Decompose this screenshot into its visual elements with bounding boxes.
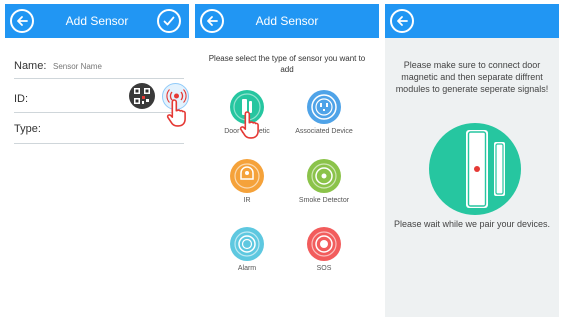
hand-cursor-icon <box>239 111 259 139</box>
instruction-text: Please select the type of sensor you wan… <box>208 54 366 74</box>
sensor-label: IR <box>243 197 251 204</box>
check-icon <box>163 16 175 26</box>
type-label: Type: <box>14 123 41 135</box>
header-bar <box>385 4 559 38</box>
sensor-label: SOS <box>316 265 332 272</box>
type-field[interactable]: Type: <box>14 114 184 144</box>
ir-sensor-icon <box>230 159 264 193</box>
sensor-sos[interactable]: SOS <box>284 227 364 272</box>
page-title: Add Sensor <box>255 14 319 28</box>
sos-icon <box>307 227 341 261</box>
header-bar: Add Sensor <box>5 4 189 38</box>
select-sensor-type-screen: Add Sensor Please select the type of sen… <box>195 4 379 317</box>
arrow-left-icon <box>397 16 408 26</box>
sensor-label: Smoke Detector <box>298 197 350 204</box>
header-bar: Add Sensor <box>195 4 379 38</box>
sensor-associated-device[interactable]: Associated Device <box>284 90 364 135</box>
name-label: Name: <box>14 60 47 72</box>
pairing-wait-text: Please wait while we pair your devices. <box>393 219 551 229</box>
sensor-smoke-detector[interactable]: Smoke Detector <box>284 159 364 204</box>
smoke-detector-icon <box>307 159 341 193</box>
qr-code-icon[interactable] <box>129 83 155 109</box>
door-magnetic-pairing-illustration <box>429 123 521 215</box>
pairing-instruction: Please make sure to connect door magneti… <box>395 60 549 94</box>
name-field[interactable]: Name: Sensor Name <box>14 54 184 79</box>
back-button[interactable] <box>390 9 414 33</box>
pairing-screen: Please make sure to connect door magneti… <box>385 4 559 317</box>
sensor-label: Alarm <box>237 265 257 272</box>
confirm-button[interactable] <box>157 9 181 33</box>
sensor-ir[interactable]: IR <box>207 159 287 204</box>
add-sensor-form-screen: Add Sensor Name: Sensor Name ID: Type: <box>5 4 189 317</box>
sensor-label: Associated Device <box>295 128 353 135</box>
associated-device-icon <box>307 90 341 124</box>
sensor-name-input[interactable]: Sensor Name <box>53 62 102 71</box>
id-label: ID: <box>14 93 29 105</box>
alarm-icon <box>230 227 264 261</box>
id-field: ID: <box>14 80 184 113</box>
sensor-alarm[interactable]: Alarm <box>207 227 287 272</box>
